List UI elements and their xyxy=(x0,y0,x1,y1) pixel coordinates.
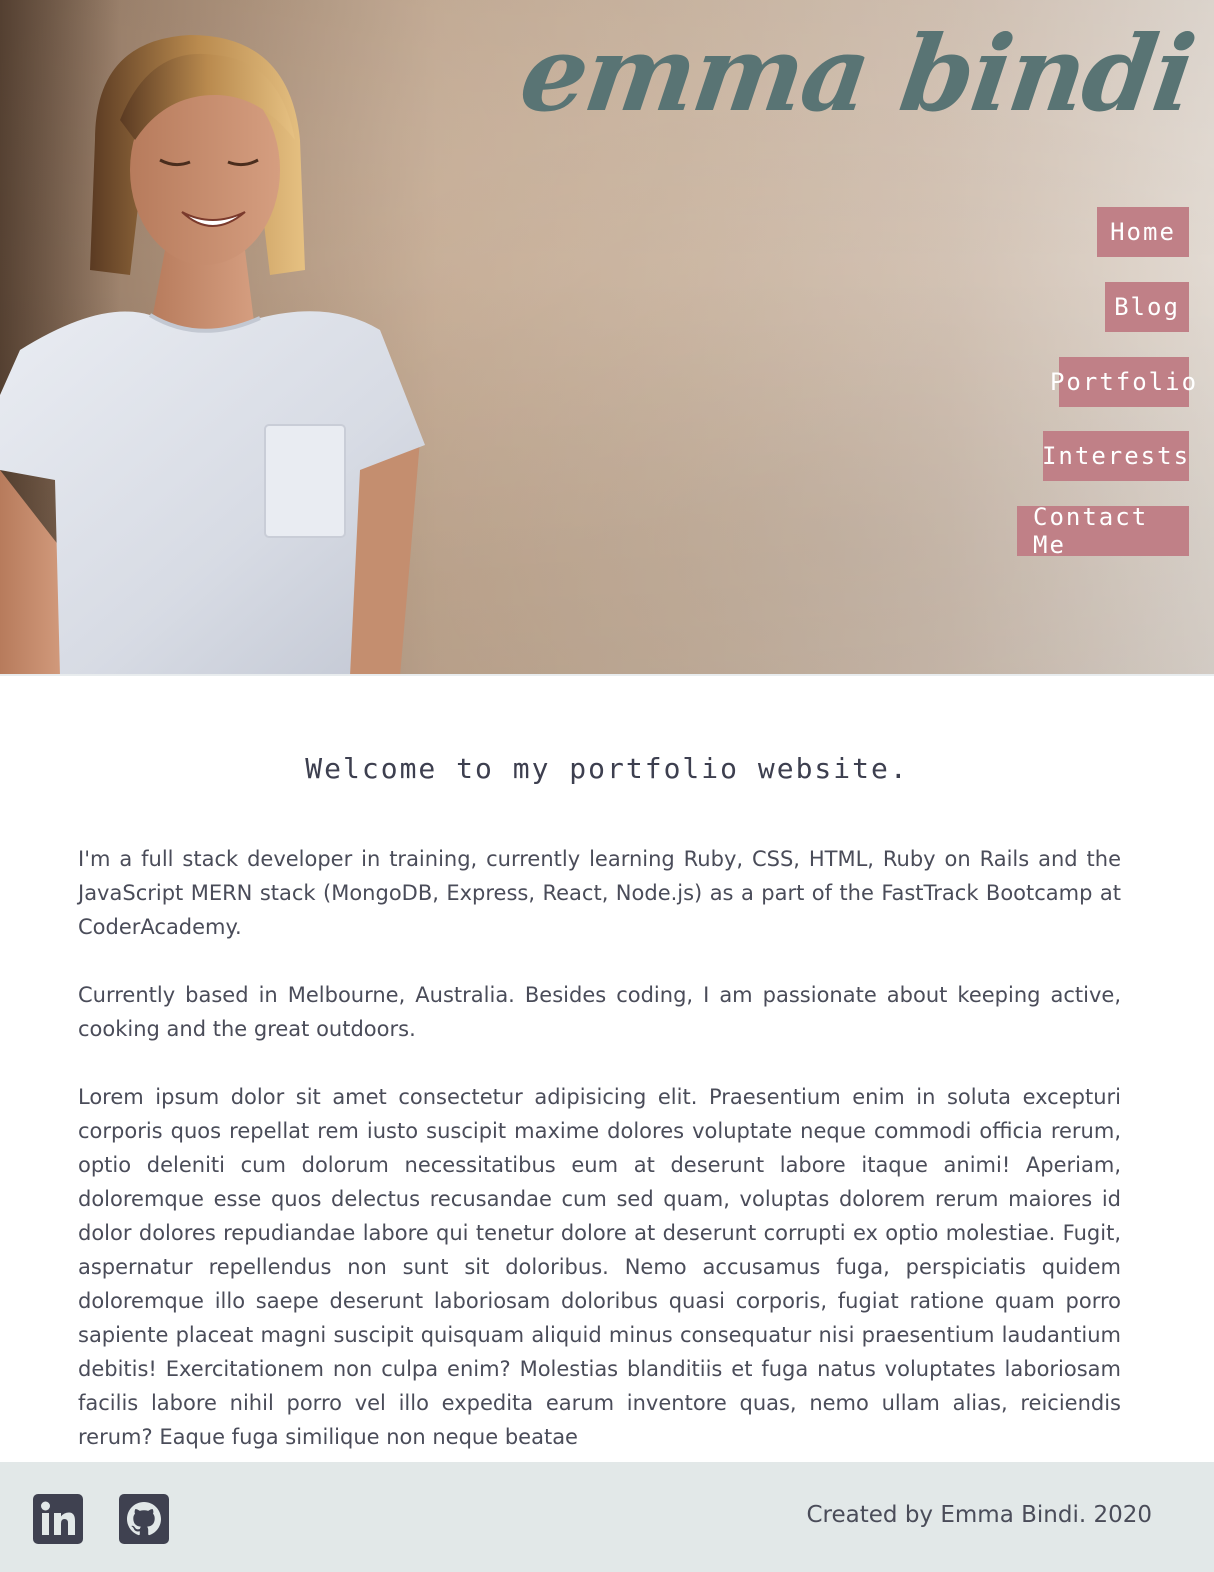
nav-contact-button[interactable]: Contact Me xyxy=(1017,503,1189,559)
github-icon[interactable] xyxy=(119,1494,169,1544)
footer-credit: Created by Emma Bindi. 2020 xyxy=(806,1502,1153,1528)
nav-interests-button[interactable]: Interests xyxy=(1042,431,1189,481)
site-logo[interactable]: emma bindi xyxy=(512,4,1202,144)
intro-paragraph: I'm a full stack developer in training, … xyxy=(78,847,1121,939)
profile-photo xyxy=(0,0,425,676)
linkedin-icon[interactable] xyxy=(33,1494,83,1544)
hero-header: emma bindi Home Blog Portfolio Interests… xyxy=(0,0,1214,676)
page-title: Welcome to my portfolio website. xyxy=(305,752,909,785)
nav-home-button[interactable]: Home xyxy=(1097,207,1189,257)
lorem-paragraph: Lorem ipsum dolor sit amet consectetur a… xyxy=(78,1085,1121,1449)
nav-blog-button[interactable]: Blog xyxy=(1105,282,1189,332)
location-paragraph: Currently based in Melbourne, Australia.… xyxy=(78,983,1121,1041)
nav-portfolio-button[interactable]: Portfolio xyxy=(1050,357,1196,407)
site-footer: Created by Emma Bindi. 2020 xyxy=(0,1462,1214,1572)
header-divider xyxy=(0,674,1214,676)
